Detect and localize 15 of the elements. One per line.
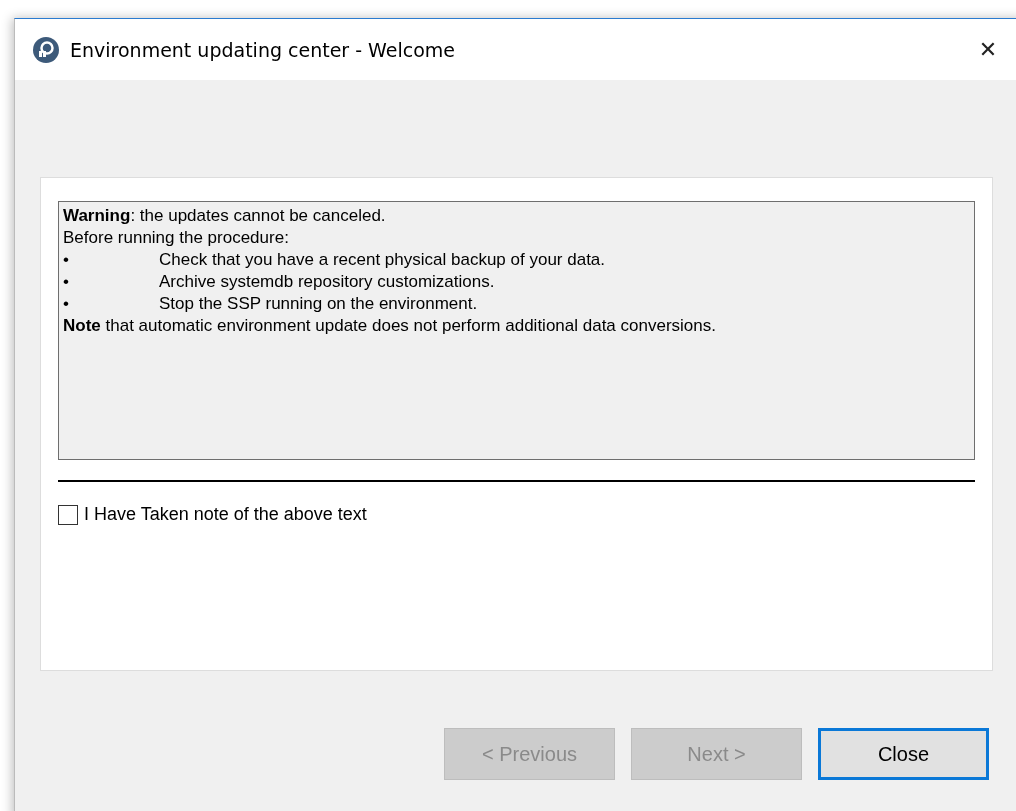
notice-text: Archive systemdb repository customizations. [159, 271, 495, 293]
app-logo-icon [32, 35, 60, 64]
notice-text: Stop the SSP running on the environment. [159, 293, 478, 315]
dialog-button[interactable]: Close [818, 728, 989, 780]
window-title: Environment updating center - Welcome [70, 38, 456, 61]
bullet-mark: • [63, 293, 70, 315]
checkbox-label: I Have Taken note of the above text [84, 504, 367, 525]
notice-text: Before running the procedure: [63, 227, 289, 249]
close-icon[interactable]: ✕ [971, 37, 1005, 62]
notice-text: Warning: the updates cannot be canceled. [63, 205, 386, 227]
notice-text: Check that you have a recent physical backup of your data. [159, 249, 606, 271]
bullet-mark: • [63, 249, 70, 271]
acknowledge-checkbox[interactable] [58, 504, 78, 525]
notice-text: Note that automatic environment update does not perform additional data conversions. [63, 315, 716, 337]
bullet-mark: • [63, 271, 70, 293]
